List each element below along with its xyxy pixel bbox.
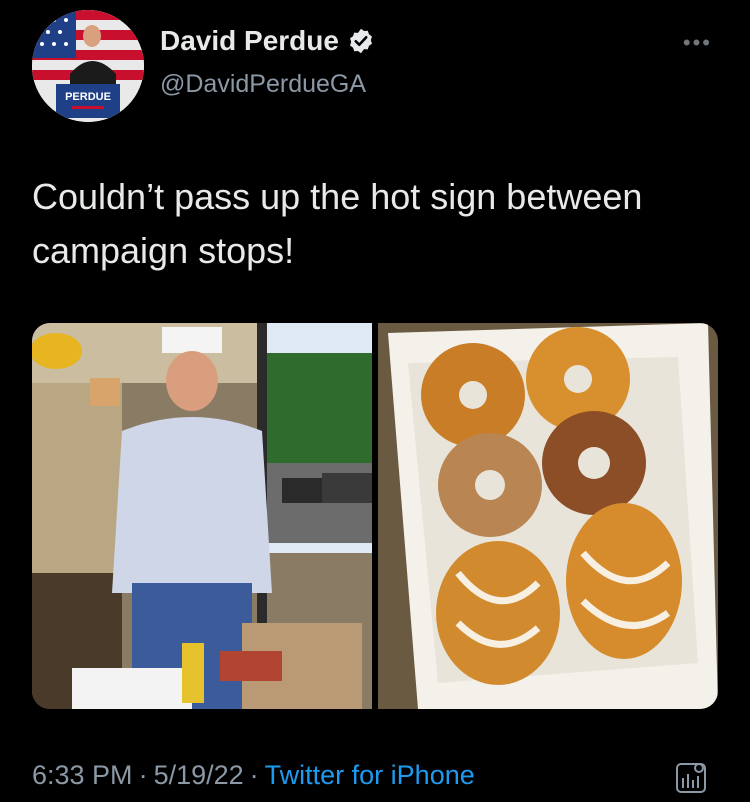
meta-separator: · [249,760,259,790]
avatar-image: PERDUE [32,10,144,122]
more-options-icon[interactable]: ••• [683,30,712,56]
tweet-source-link[interactable]: Twitter for iPhone [265,760,475,791]
analytics-icon[interactable] [674,760,708,796]
store-photo-image [32,323,372,709]
donuts-photo-image [378,323,718,709]
avatar[interactable]: PERDUE [32,10,144,122]
tweet-date[interactable]: 5/19/22 [154,760,244,791]
tweet-time[interactable]: 6:33 PM [32,760,133,791]
author-handle[interactable]: @DavidPerdueGA [160,70,366,99]
verified-badge-icon [349,28,372,54]
photo-person-in-store[interactable] [32,323,372,709]
author-name[interactable]: David Perdue [160,25,339,57]
svg-text:PERDUE: PERDUE [65,91,111,103]
photo-donut-box[interactable] [378,323,718,709]
tweet-meta: 6:33 PM · 5/19/22 · Twitter for iPhone [32,760,475,791]
tweet-text: Couldn’t pass up the hot sign between ca… [32,176,643,271]
meta-separator: · [138,760,148,790]
tweet-media [32,323,718,709]
